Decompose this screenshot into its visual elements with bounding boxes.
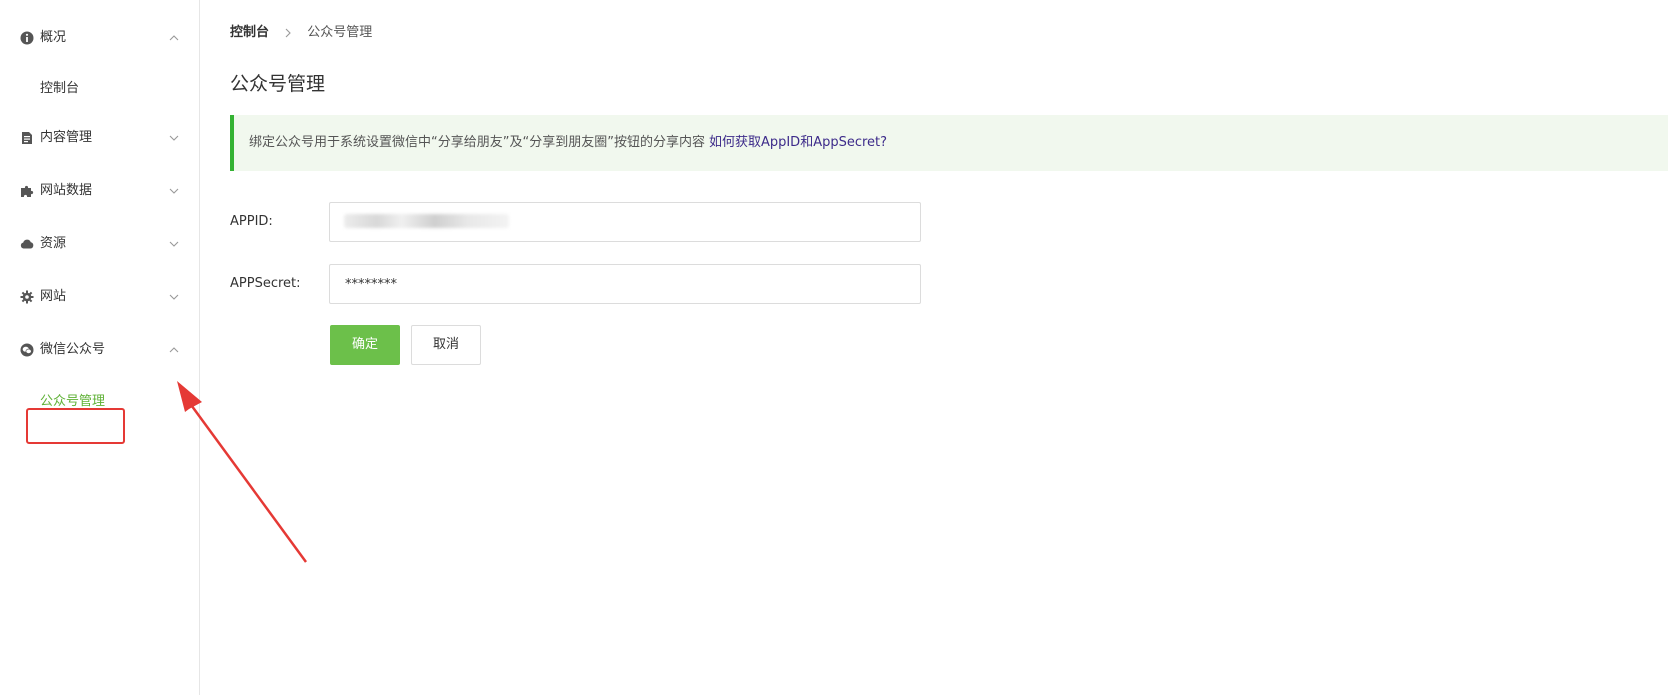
breadcrumb-root-link[interactable]: 控制台 [230,25,269,40]
sidebar-group-content[interactable]: 内容管理 [0,120,199,156]
page-title: 公众号管理 [230,73,326,95]
sidebar-item-dashboard[interactable]: 控制台 [0,74,199,104]
sidebar-item-label: 公众号管理 [40,394,106,409]
wechat-icon [20,343,34,357]
notice-text: 绑定公众号用于系统设置微信中“分享给朋友”及“分享到朋友圈”按钮的分享内容 [249,135,705,150]
cloud-icon [20,239,34,249]
appsecret-row: APPSecret: [230,264,1130,304]
sidebar-group-label: 资源 [40,236,67,251]
sidebar-group-resources[interactable]: 资源 [0,226,199,262]
breadcrumb: 控制台 公众号管理 [230,23,372,43]
sidebar: 概况 控制台 内容管理 网站数据 资源 网站 微信公众号 公众号管理 [0,0,200,695]
sidebar-item-label: 控制台 [40,81,80,96]
notice-text-row: 绑定公众号用于系统设置微信中“分享给朋友”及“分享到朋友圈”按钮的分享内容 如何获… [249,133,887,153]
sidebar-group-label: 微信公众号 [40,342,106,357]
chevron-up-icon [169,347,179,353]
document-icon [22,132,32,144]
sidebar-group-label: 内容管理 [40,130,93,145]
appid-row: APPID: [230,202,1130,242]
appsecret-label: APPSecret: [230,276,301,291]
appsecret-input[interactable] [329,264,921,304]
sidebar-group-label: 网站数据 [40,183,93,198]
sidebar-group-website[interactable]: 网站 [0,279,199,315]
main-content: 控制台 公众号管理 公众号管理 绑定公众号用于系统设置微信中“分享给朋友”及“分… [200,0,1668,695]
info-notice: 绑定公众号用于系统设置微信中“分享给朋友”及“分享到朋友圈”按钮的分享内容 如何获… [230,115,1668,171]
chevron-down-icon [169,294,179,300]
sidebar-group-wechat[interactable]: 微信公众号 [0,332,199,368]
sidebar-group-label: 概况 [40,30,67,45]
chevron-down-icon [169,241,179,247]
cancel-button[interactable]: 取消 [411,325,481,365]
confirm-button[interactable]: 确定 [330,325,400,365]
sidebar-group-overview[interactable]: 概况 [0,20,199,56]
sidebar-item-official-account-mgmt[interactable]: 公众号管理 [0,387,199,417]
chevron-down-icon [169,188,179,194]
sidebar-group-site-data[interactable]: 网站数据 [0,173,199,209]
chevron-right-icon [285,28,291,37]
gear-icon [20,290,34,304]
appid-label: APPID: [230,214,273,229]
chevron-up-icon [169,35,179,41]
puzzle-icon [21,185,34,197]
chevron-down-icon [169,135,179,141]
breadcrumb-current: 公众号管理 [307,25,373,40]
appid-input[interactable] [329,202,921,242]
appid-help-link[interactable]: 如何获取AppID和AppSecret? [709,135,887,150]
info-circle-icon [20,31,34,45]
sidebar-group-label: 网站 [40,289,67,304]
